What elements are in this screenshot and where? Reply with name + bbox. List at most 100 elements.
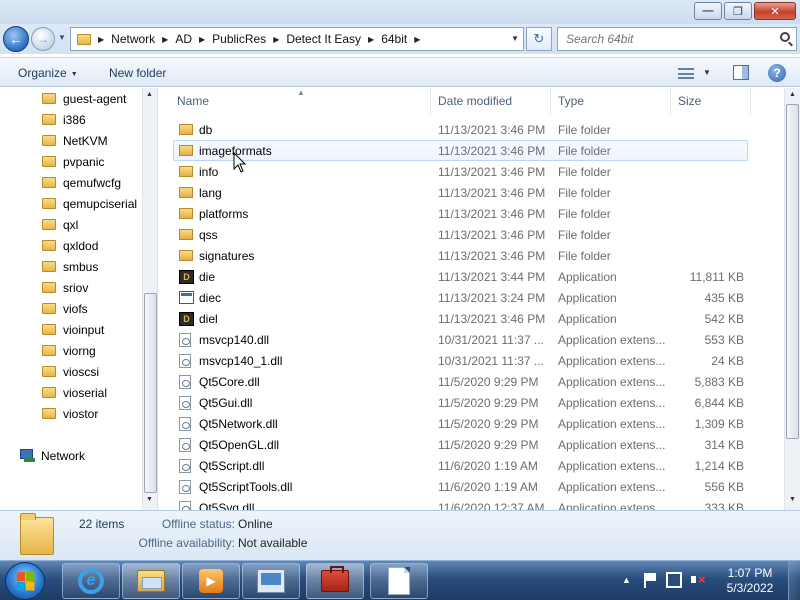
- nav-item-viofs[interactable]: viofs: [0, 298, 140, 319]
- breadcrumb-separator-icon[interactable]: ▶: [368, 35, 374, 44]
- minimize-button[interactable]: —: [694, 2, 722, 20]
- breadcrumb-separator-icon[interactable]: ▶: [199, 35, 205, 44]
- file-row[interactable]: platforms 11/13/2021 3:46 PM File folder: [173, 203, 748, 224]
- file-type: Application extens...: [558, 395, 666, 410]
- nav-item-sriov[interactable]: sriov: [0, 277, 140, 298]
- file-size: 542 KB: [704, 311, 744, 326]
- nav-item-netkvm[interactable]: NetKVM: [0, 130, 140, 151]
- help-icon[interactable]: ?: [768, 64, 786, 82]
- file-row[interactable]: lang 11/13/2021 3:46 PM File folder: [173, 182, 748, 203]
- file-type: File folder: [558, 185, 611, 200]
- system-clock[interactable]: 1:07 PM 5/3/2022: [718, 566, 782, 596]
- recent-pages-dropdown[interactable]: ▼: [58, 33, 66, 42]
- nav-item-pvpanic[interactable]: pvpanic: [0, 151, 140, 172]
- dll-icon: [179, 333, 191, 347]
- back-button[interactable]: ←: [3, 26, 29, 52]
- forward-button[interactable]: →: [31, 27, 55, 51]
- maximize-button[interactable]: ❐: [724, 2, 752, 20]
- nav-item-smbus[interactable]: smbus: [0, 256, 140, 277]
- nav-item-network[interactable]: Network: [0, 445, 140, 466]
- network-status-icon[interactable]: [666, 572, 682, 588]
- nav-item-vioinput[interactable]: vioinput: [0, 319, 140, 340]
- nav-item-viorng[interactable]: viorng: [0, 340, 140, 361]
- address-history-dropdown-icon[interactable]: ▼: [511, 34, 519, 43]
- nav-scrollbar[interactable]: ▲ ▼: [142, 88, 157, 510]
- file-name: qss: [199, 227, 218, 242]
- organize-button[interactable]: Organize ▼: [18, 66, 78, 80]
- nav-item-qxl[interactable]: qxl: [0, 214, 140, 235]
- breadcrumb-separator-icon[interactable]: ▶: [414, 35, 420, 44]
- taskbar-media-player[interactable]: ▶: [182, 563, 240, 599]
- column-header-type[interactable]: Type: [551, 88, 671, 114]
- nav-item-viostor[interactable]: viostor: [0, 403, 140, 424]
- taskbar-windows-explorer[interactable]: [122, 563, 180, 599]
- search-input[interactable]: [566, 32, 766, 46]
- breadcrumb-64bit[interactable]: 64bit: [381, 32, 407, 46]
- file-row[interactable]: info 11/13/2021 3:46 PM File folder: [173, 161, 748, 182]
- file-row[interactable]: Qt5OpenGL.dll 11/5/2020 9:29 PM Applicatio…: [173, 434, 748, 455]
- search-icon[interactable]: [780, 32, 790, 42]
- nav-item-qemufwcfg[interactable]: qemufwcfg: [0, 172, 140, 193]
- nav-item-guest-agent[interactable]: guest-agent: [0, 88, 140, 109]
- file-type: File folder: [558, 248, 611, 263]
- refresh-button[interactable]: ↻: [526, 27, 552, 51]
- internet-explorer-icon: e: [78, 568, 104, 594]
- file-row[interactable]: Qt5Gui.dll 11/5/2020 9:29 PM Application e…: [173, 392, 748, 413]
- file-row[interactable]: imageformats 11/13/2021 3:46 PM File folde…: [173, 140, 748, 161]
- close-button[interactable]: ✕: [754, 2, 796, 20]
- file-row[interactable]: msvcp140.dll 10/31/2021 11:37 ... Applicat…: [173, 329, 748, 350]
- start-button[interactable]: [5, 562, 45, 600]
- action-center-flag-icon[interactable]: [642, 572, 658, 588]
- nav-item-vioscsi[interactable]: vioscsi: [0, 361, 140, 382]
- column-header-date[interactable]: Date modified: [431, 88, 551, 114]
- file-row[interactable]: db 11/13/2021 3:46 PM File folder: [173, 119, 748, 140]
- show-hidden-icons-button[interactable]: ▲: [622, 575, 631, 585]
- breadcrumb-network[interactable]: Network: [111, 32, 155, 46]
- taskbar-document-app[interactable]: [370, 563, 428, 599]
- breadcrumb-separator-icon[interactable]: ▶: [98, 35, 104, 44]
- breadcrumb-separator-icon[interactable]: ▶: [273, 35, 279, 44]
- new-folder-button[interactable]: New folder: [109, 66, 166, 80]
- nav-item-i386[interactable]: i386: [0, 109, 140, 130]
- nav-item-qemupciserial[interactable]: qemupciserial: [0, 193, 140, 214]
- breadcrumb-detect-it-easy[interactable]: Detect It Easy: [286, 32, 361, 46]
- scrollbar-thumb[interactable]: [786, 104, 799, 439]
- view-options-dropdown-icon[interactable]: ▼: [703, 68, 711, 77]
- file-row[interactable]: msvcp140_1.dll 10/31/2021 11:37 ... Applic…: [173, 350, 748, 371]
- file-row[interactable]: Qt5Svg.dll 11/6/2020 12:37 AM Application …: [173, 497, 748, 510]
- scroll-down-icon[interactable]: ▼: [789, 496, 796, 503]
- file-row[interactable]: Ddiel 11/13/2021 3:46 PM Application 542 KB: [173, 308, 748, 329]
- folder-icon: [42, 93, 56, 104]
- file-row[interactable]: signatures 11/13/2021 3:46 PM File folder: [173, 245, 748, 266]
- column-header-name[interactable]: Name: [159, 88, 431, 114]
- scroll-down-icon[interactable]: ▼: [146, 496, 153, 503]
- taskbar-internet-explorer[interactable]: e: [62, 563, 120, 599]
- scrollbar-thumb[interactable]: [144, 293, 157, 493]
- file-list-scrollbar[interactable]: ▲ ▼: [784, 88, 800, 510]
- file-type: File folder: [558, 227, 611, 242]
- scroll-up-icon[interactable]: ▲: [146, 91, 153, 98]
- file-row[interactable]: Qt5ScriptTools.dll 11/6/2020 1:19 AM Appli…: [173, 476, 748, 497]
- preview-pane-icon[interactable]: [733, 65, 749, 80]
- scroll-up-icon[interactable]: ▲: [789, 91, 796, 98]
- volume-muted-icon[interactable]: [690, 572, 706, 588]
- show-desktop-button[interactable]: [788, 561, 800, 600]
- nav-item-vioserial[interactable]: vioserial: [0, 382, 140, 403]
- taskbar-toolbox-app[interactable]: [306, 563, 364, 599]
- search-box[interactable]: [557, 27, 797, 51]
- taskbar-remote-desktop[interactable]: [242, 563, 300, 599]
- file-row[interactable]: Ddie 11/13/2021 3:44 PM Application 11,811 …: [173, 266, 748, 287]
- nav-item-label: smbus: [63, 259, 99, 274]
- change-view-icon[interactable]: [678, 68, 694, 79]
- file-row[interactable]: Qt5Core.dll 11/5/2020 9:29 PM Application …: [173, 371, 748, 392]
- file-row[interactable]: qss 11/13/2021 3:46 PM File folder: [173, 224, 748, 245]
- file-row[interactable]: diec 11/13/2021 3:24 PM Application 435 KB: [173, 287, 748, 308]
- breadcrumb-ad[interactable]: AD: [175, 32, 192, 46]
- breadcrumb-separator-icon[interactable]: ▶: [162, 35, 168, 44]
- address-bar[interactable]: ▶ Network ▶ AD ▶ PublicRes ▶ Detect It E…: [70, 27, 524, 51]
- column-header-size[interactable]: Size: [671, 88, 751, 114]
- file-row[interactable]: Qt5Script.dll 11/6/2020 1:19 AM Applicatio…: [173, 455, 748, 476]
- file-row[interactable]: Qt5Network.dll 11/5/2020 9:29 PM Applicati…: [173, 413, 748, 434]
- breadcrumb-publicres[interactable]: PublicRes: [212, 32, 266, 46]
- nav-item-qxldod[interactable]: qxldod: [0, 235, 140, 256]
